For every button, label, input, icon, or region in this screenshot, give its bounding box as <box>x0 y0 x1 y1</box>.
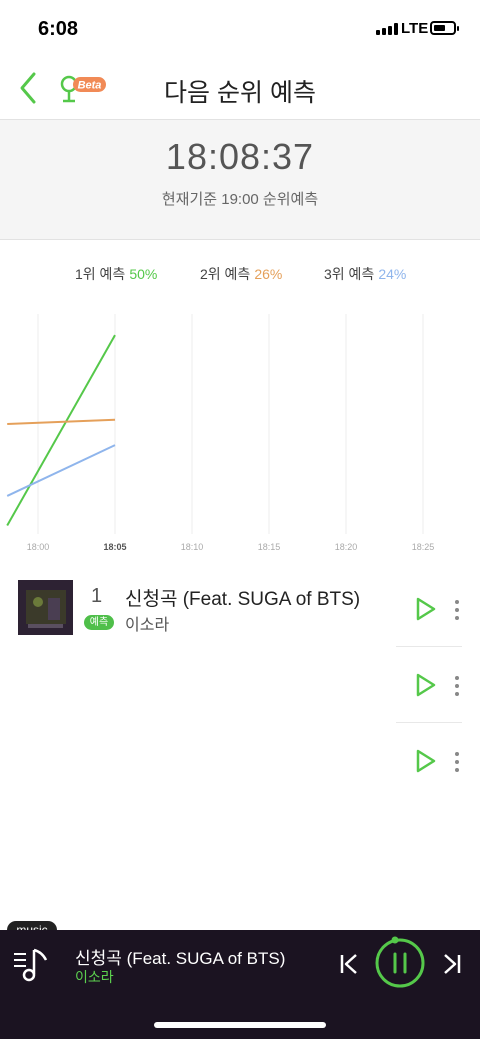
series-line-1 <box>6 334 116 527</box>
legend-label: 1위 예측 <box>75 266 126 282</box>
legend-label: 2위 예측 <box>200 266 251 282</box>
song-title[interactable]: 신청곡 (Feat. SUGA of BTS) <box>125 584 360 611</box>
chevron-left-icon <box>20 72 36 104</box>
play-icon <box>416 749 436 773</box>
more-dot <box>455 600 459 604</box>
playlist-button[interactable] <box>12 944 52 984</box>
play-button[interactable] <box>414 596 438 622</box>
x-tick-label: 18:20 <box>335 542 358 552</box>
player-artist[interactable]: 이소라 <box>75 967 114 987</box>
divider <box>396 722 462 723</box>
more-dot <box>455 760 459 764</box>
more-button[interactable] <box>450 674 464 698</box>
timer-panel: 18:08:37 현재기준 19:00 순위예측 <box>0 119 480 240</box>
divider <box>396 646 462 647</box>
beta-logo: Beta <box>60 74 110 106</box>
x-tick-label: 18:05 <box>103 542 126 552</box>
pause-icon <box>375 936 425 988</box>
rank-prediction-chart: 18:00 18:05 18:10 18:15 18:20 18:25 <box>6 314 435 552</box>
legend-pct: 50% <box>129 266 158 282</box>
legend-label: 3위 예측 <box>324 266 375 282</box>
more-dot <box>455 752 459 756</box>
more-dot <box>455 684 459 688</box>
previous-button[interactable] <box>337 952 361 976</box>
artist-name[interactable]: 이소라 <box>125 611 169 635</box>
signal-icon <box>376 23 398 35</box>
legend-item-1: 1위 예측 50% <box>75 264 157 284</box>
more-button[interactable] <box>450 750 464 774</box>
play-button[interactable] <box>414 748 438 774</box>
network-label: LTE <box>401 20 429 37</box>
x-tick-label: 18:15 <box>258 542 281 552</box>
more-button[interactable] <box>450 598 464 622</box>
series-line-3 <box>6 444 116 497</box>
rank-number: 1 <box>91 585 103 607</box>
x-tick-label: 18:00 <box>27 542 50 552</box>
beta-label: Beta <box>78 80 102 92</box>
play-button[interactable] <box>414 672 438 698</box>
next-button[interactable] <box>440 952 464 976</box>
play-icon <box>416 673 436 697</box>
album-art-image <box>18 580 73 635</box>
battery-icon <box>430 21 459 35</box>
legend-pct: 24% <box>378 266 407 282</box>
playlist-music-icon <box>14 948 48 982</box>
x-tick-label: 18:10 <box>181 542 204 552</box>
mic-logo-icon: Beta <box>60 75 106 103</box>
more-dot <box>455 676 459 680</box>
series-line-2 <box>7 418 116 425</box>
prediction-badge: 예측 <box>84 615 114 630</box>
timer-subtitle: 현재기준 19:00 순위예측 <box>161 191 319 208</box>
more-dot <box>455 768 459 772</box>
status-time: 6:08 <box>38 18 79 40</box>
current-time: 18:08:37 <box>165 136 315 177</box>
play-icon <box>416 597 436 621</box>
skip-previous-icon <box>340 954 357 974</box>
x-tick-label: 18:25 <box>412 542 435 552</box>
rank-row-1[interactable]: 1 예측 신청곡 (Feat. SUGA of BTS) 이소라 <box>0 576 480 644</box>
pause-button[interactable] <box>374 936 426 988</box>
album-art <box>18 580 73 635</box>
back-button[interactable] <box>14 70 44 106</box>
more-dot <box>455 608 459 612</box>
legend-item-3: 3위 예측 24% <box>324 264 406 284</box>
more-dot <box>455 692 459 696</box>
mini-player: 신청곡 (Feat. SUGA of BTS) 이소라 <box>0 930 480 1039</box>
skip-next-icon <box>444 954 461 974</box>
legend-pct: 26% <box>254 266 283 282</box>
header: Beta 다음 순위 예측 <box>0 58 480 118</box>
home-indicator <box>154 1022 326 1028</box>
chart-legend: 1위 예측 50% 2위 예측 26% 3위 예측 24% <box>0 264 480 284</box>
status-bar: 6:08 LTE <box>0 0 480 50</box>
legend-item-2: 2위 예측 26% <box>200 264 282 284</box>
player-song-title[interactable]: 신청곡 (Feat. SUGA of BTS) <box>75 944 285 969</box>
more-dot <box>455 616 459 620</box>
